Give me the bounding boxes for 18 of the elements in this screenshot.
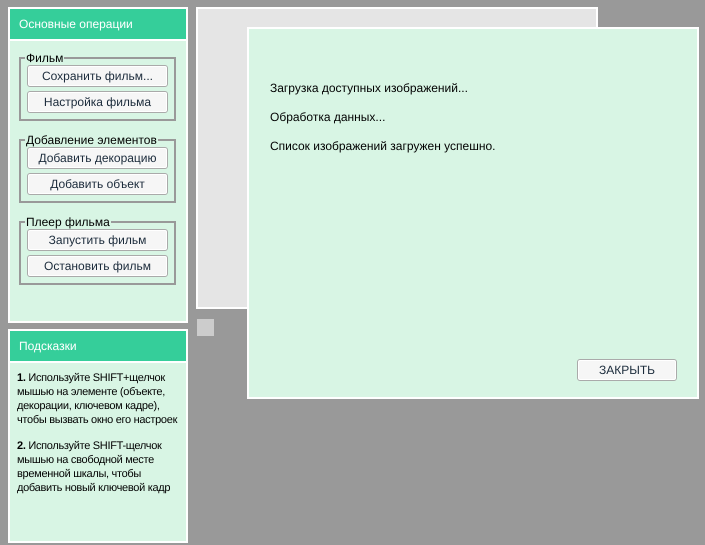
action-button[interactable]: Остановить фильм	[27, 255, 168, 277]
status-message: Обработка данных...	[270, 110, 386, 124]
action-button[interactable]: Добавить декорацию	[27, 147, 168, 169]
action-button[interactable]: Добавить объект	[27, 173, 168, 195]
square-icon	[197, 319, 214, 336]
action-button[interactable]: Настройка фильма	[27, 91, 168, 113]
group-legend: Плеер фильма	[25, 215, 111, 229]
group-legend: Фильм	[25, 51, 64, 65]
status-message: Список изображений загружен успешно.	[270, 139, 496, 153]
group-legend: Добавление элементов	[25, 133, 158, 147]
hint-text: 1. Используйте SHIFT+щелчок мышью на элементе (объекте, декорации, ключевом кадре), чтобы вызвать окно его настроек	[17, 371, 178, 427]
close-button[interactable]: ЗАКРЫТЬ	[577, 359, 677, 381]
hint-text: 2. Используйте SHIFT-щелчок мышью на свободной месте временной шкалы, чтобы добавить новый ключевой кадр	[17, 439, 172, 495]
panel-title: Подсказки	[10, 331, 186, 363]
action-button[interactable]: Запустить фильм	[27, 229, 168, 251]
panel-title: Основные операции	[10, 9, 186, 41]
status-message: Загрузка доступных изображений...	[270, 81, 469, 95]
action-button[interactable]: Сохранить фильм...	[27, 65, 168, 87]
